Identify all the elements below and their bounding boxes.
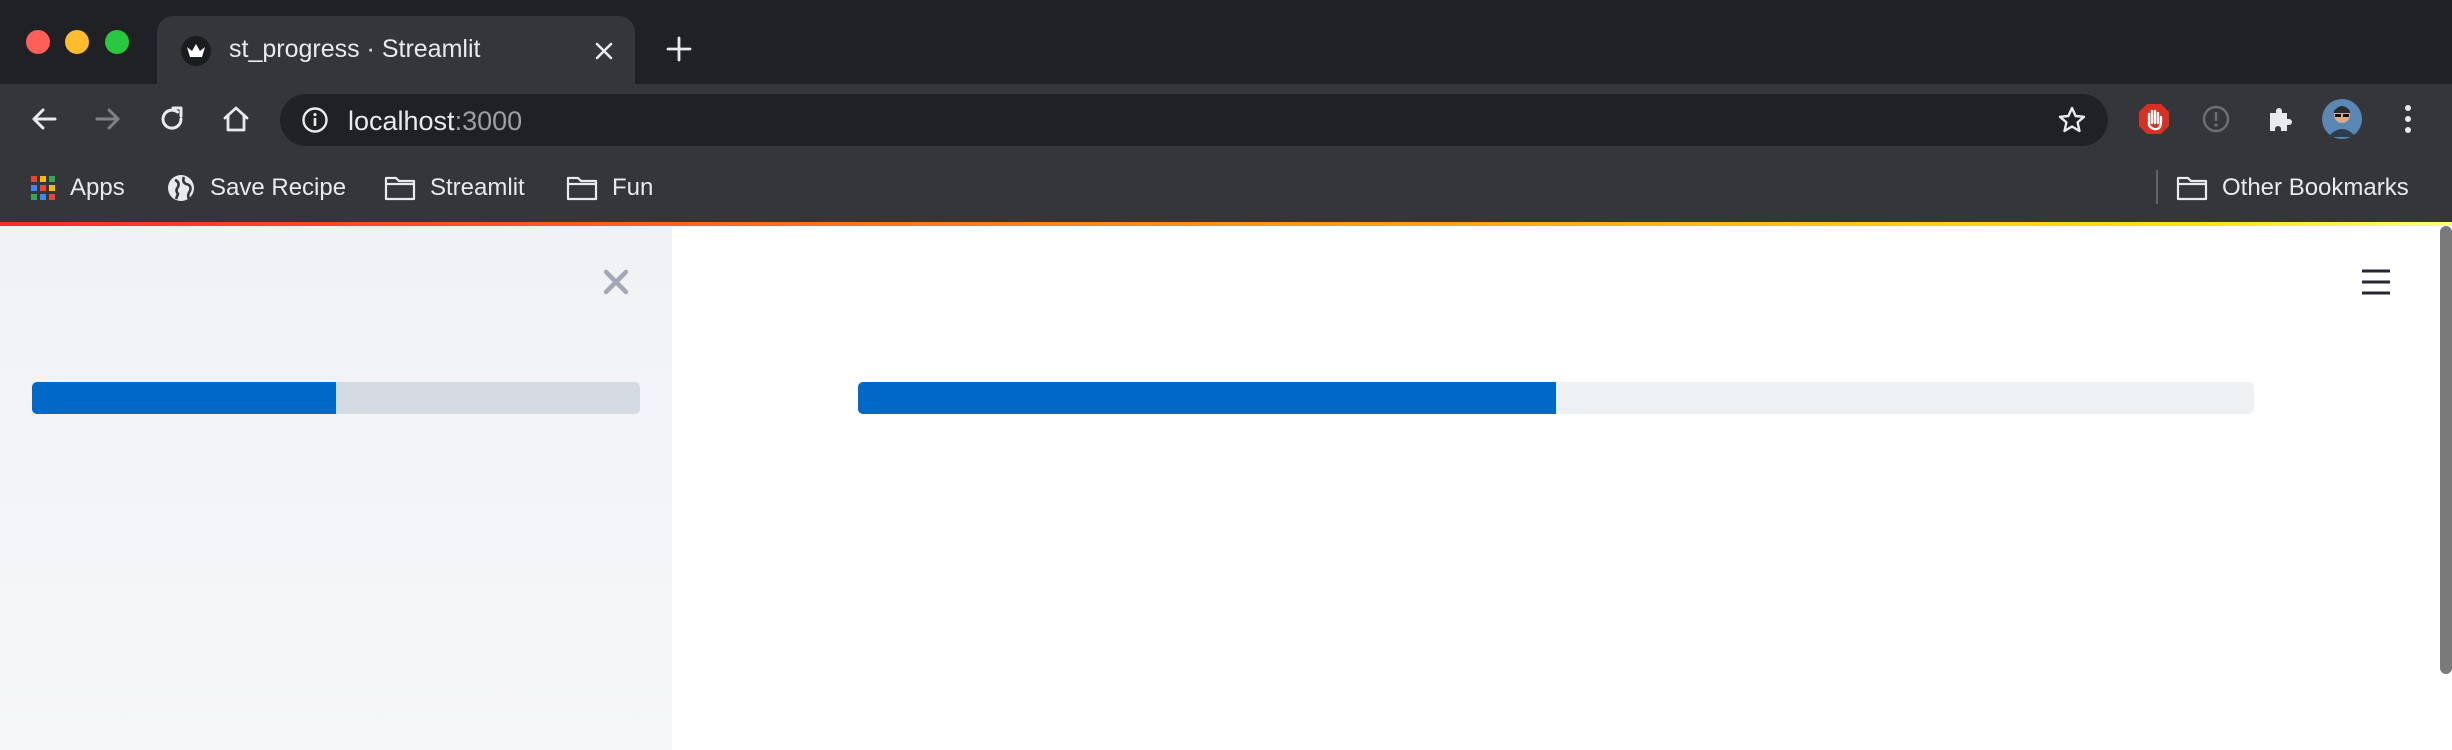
browser-tab-strip: st_progress · Streamlit <box>0 0 2452 84</box>
sidebar-progress-fill <box>32 382 336 414</box>
main-progress-bar <box>858 382 2254 414</box>
close-window-button[interactable] <box>26 30 50 54</box>
minimize-window-button[interactable] <box>65 30 89 54</box>
bookmark-label: Fun <box>612 174 654 201</box>
adblock-extension-icon[interactable] <box>2134 99 2174 139</box>
extensions-puzzle-icon[interactable] <box>2260 99 2300 139</box>
browser-tab[interactable]: st_progress · Streamlit <box>157 16 635 84</box>
folder-icon <box>384 176 416 201</box>
browser-menu-kebab-icon[interactable] <box>2388 99 2428 139</box>
home-icon[interactable] <box>216 99 256 139</box>
apps-grid-icon <box>31 176 55 200</box>
bookmarks-separator <box>2156 170 2158 204</box>
bookmark-star-icon[interactable] <box>2056 104 2088 136</box>
bookmark-label: Apps <box>70 174 125 201</box>
globe-icon <box>168 175 194 201</box>
url-port: :3000 <box>454 106 523 136</box>
main-content <box>672 226 2452 750</box>
bookmark-fun-folder[interactable]: Fun <box>566 168 653 208</box>
address-bar[interactable]: localhost:3000 <box>280 94 2108 146</box>
profile-avatar[interactable] <box>2322 99 2362 139</box>
bookmark-other-bookmarks[interactable]: Other Bookmarks <box>2176 168 2409 208</box>
sidebar-progress-bar <box>32 382 640 414</box>
bookmark-label: Other Bookmarks <box>2222 174 2409 201</box>
main-progress-fill <box>858 382 1556 414</box>
sidebar <box>0 226 672 750</box>
bookmark-label: Streamlit <box>430 174 525 201</box>
site-info-icon[interactable] <box>300 105 330 135</box>
page-scrollbar[interactable] <box>2440 226 2452 674</box>
new-tab-plus-icon[interactable] <box>664 34 694 64</box>
streamlit-favicon-icon <box>181 36 211 66</box>
bookmark-label: Save Recipe <box>210 174 347 201</box>
url-text: localhost:3000 <box>348 106 522 137</box>
back-arrow-icon[interactable] <box>24 99 64 139</box>
sidebar-close-icon[interactable] <box>596 262 636 302</box>
reload-icon[interactable] <box>152 99 192 139</box>
url-host: localhost <box>348 106 455 136</box>
info-extension-icon[interactable] <box>2196 99 2236 139</box>
forward-arrow-icon[interactable] <box>88 99 128 139</box>
maximize-window-button[interactable] <box>105 30 129 54</box>
bookmark-streamlit-folder[interactable]: Streamlit <box>384 168 525 208</box>
bookmarks-bar: Apps Save Recipe Streamlit Fun Other Boo… <box>0 156 2452 222</box>
folder-icon <box>2176 176 2208 201</box>
bookmark-apps[interactable]: Apps <box>30 168 125 208</box>
browser-toolbar: localhost:3000 <box>0 84 2452 156</box>
tab-close-icon[interactable] <box>589 36 619 66</box>
bookmark-save-recipe[interactable]: Save Recipe <box>166 168 346 208</box>
hamburger-menu-icon[interactable] <box>2356 262 2396 302</box>
tab-title: st_progress · Streamlit <box>229 35 481 63</box>
folder-icon <box>566 176 598 201</box>
